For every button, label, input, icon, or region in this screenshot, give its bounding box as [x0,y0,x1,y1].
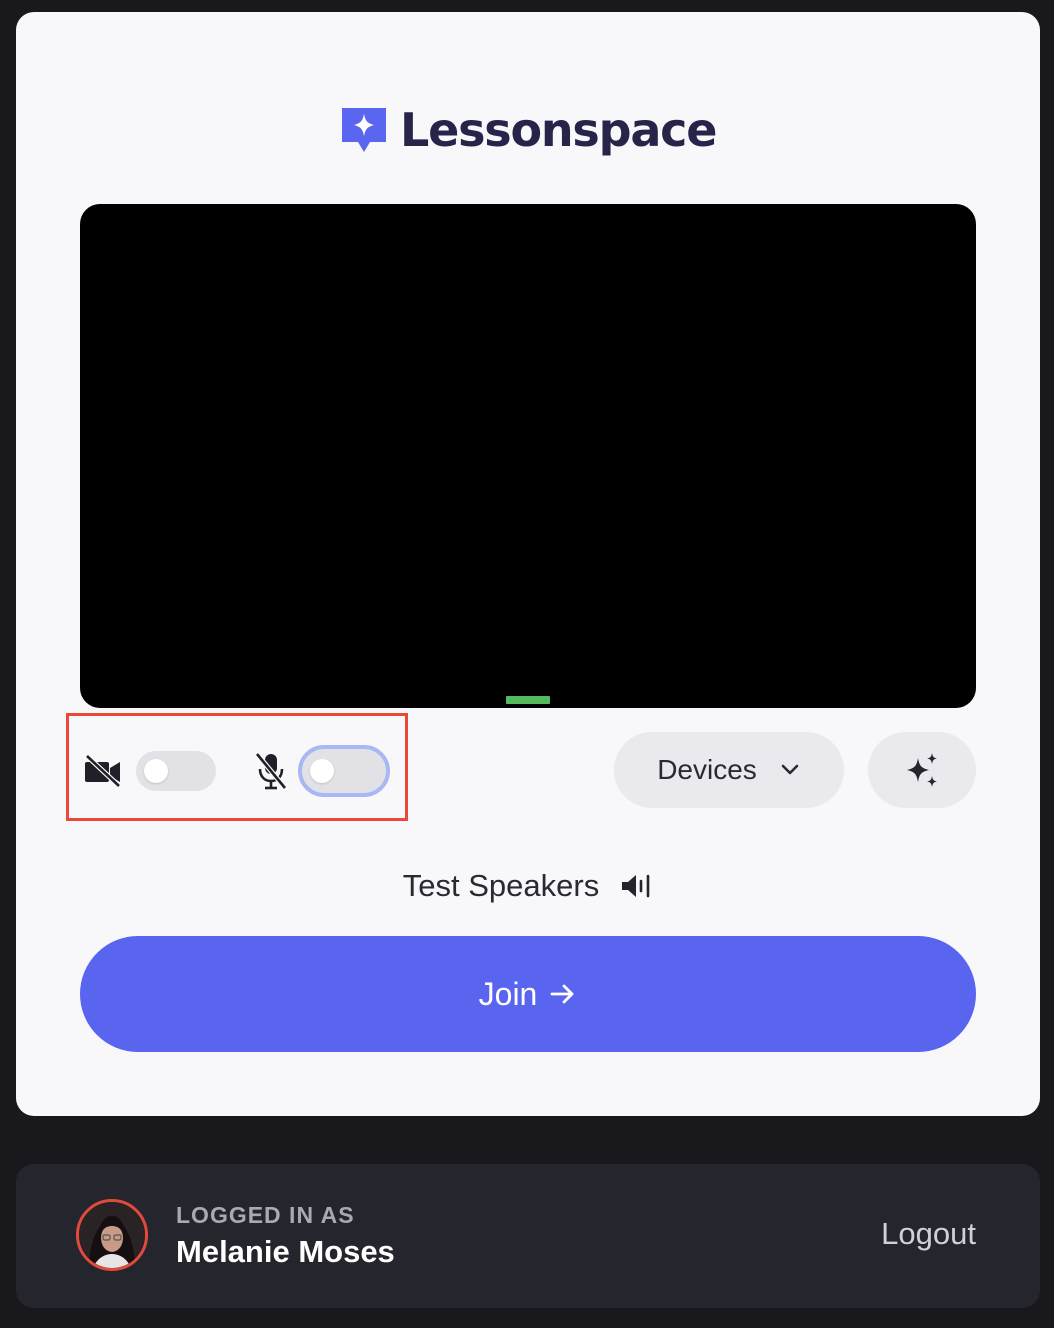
audio-level-meter [506,696,550,704]
mic-off-icon [250,750,292,792]
test-speakers-button[interactable]: Test Speakers [16,868,1040,904]
camera-toggle[interactable] [136,751,216,791]
speaker-icon [622,874,650,898]
join-button-label: Join [478,975,538,1012]
test-speakers-label: Test Speakers [402,868,600,903]
devices-button-label: Devices [657,754,757,785]
user-name: Melanie Moses [176,1234,395,1269]
microphone-toggle-knob [310,759,334,783]
chevron-down-icon [781,764,799,775]
logout-link[interactable]: Logout [881,1216,976,1252]
brand-name: Lessonspace [400,103,717,157]
join-button[interactable]: Join [80,936,976,1052]
camera-toggle-knob [144,759,168,783]
microphone-toggle[interactable] [298,745,390,797]
user-footer: LOGGED IN AS Melanie Moses Logout [16,1164,1040,1308]
sparkles-icon [907,753,937,787]
arrow-right-icon [550,984,574,1004]
avatar [76,1199,148,1271]
lessonspace-logo-icon [342,108,386,152]
lessonspace-logo: Lessonspace [336,98,717,162]
media-controls: Devices [66,713,976,821]
logged-in-label: LOGGED IN AS [176,1202,355,1228]
camera-preview [80,204,976,708]
camera-off-icon [82,750,124,792]
devices-button[interactable]: Devices [614,732,844,808]
join-card: Lessonspace Devices Test Speakers Join [16,12,1040,1116]
effects-button[interactable] [868,732,976,808]
